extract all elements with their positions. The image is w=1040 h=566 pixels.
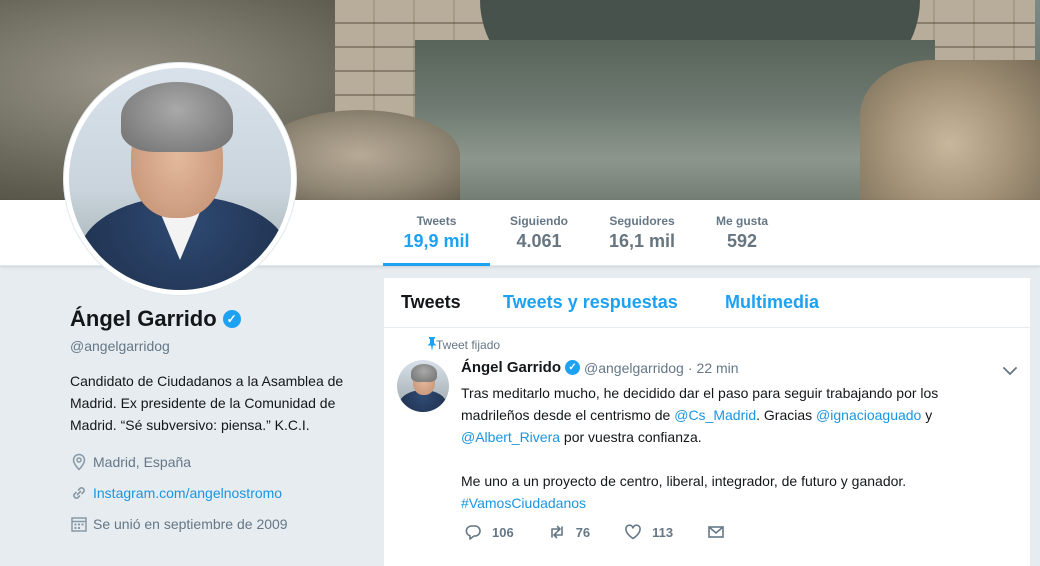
profile-name-row: Ángel Garrido ✓ bbox=[70, 306, 370, 332]
calendar-icon bbox=[71, 516, 87, 532]
chevron-down-icon[interactable] bbox=[1002, 364, 1018, 378]
verified-badge-icon: ✓ bbox=[565, 360, 581, 375]
heart-icon bbox=[625, 524, 641, 540]
like-button[interactable]: 113 bbox=[624, 523, 673, 541]
tweet-timestamp[interactable]: 22 min bbox=[697, 360, 739, 376]
envelope-icon bbox=[708, 526, 724, 538]
profile-name[interactable]: Ángel Garrido bbox=[70, 306, 217, 332]
reply-icon bbox=[465, 525, 481, 540]
profile-handle[interactable]: @angelgarridog bbox=[70, 338, 370, 354]
stat-likes-label: Me gusta bbox=[715, 214, 768, 228]
stat-followers-value: 16,1 mil bbox=[608, 231, 676, 251]
tweet-avatar[interactable] bbox=[397, 360, 449, 412]
tweet-paragraph-2: Me uno a un proyecto de centro, liberal,… bbox=[461, 470, 1009, 514]
link-icon bbox=[73, 486, 85, 499]
tweet-author-handle[interactable]: @angelgarridog bbox=[584, 360, 684, 376]
profile-joined: Se unió en septiembre de 2009 bbox=[70, 508, 370, 539]
direct-message-button[interactable] bbox=[707, 523, 735, 541]
verified-badge-icon: ✓ bbox=[222, 310, 241, 328]
map-pin-icon bbox=[72, 453, 86, 471]
tweet-text-part: y bbox=[921, 407, 933, 423]
pin-icon bbox=[427, 337, 437, 351]
profile-avatar[interactable] bbox=[64, 63, 296, 295]
tweet-text: Tras meditarlo mucho, he decidido dar el… bbox=[461, 382, 1009, 514]
tweet-actions: 106 76 113 bbox=[464, 523, 769, 541]
mention-albert-rivera[interactable]: @Albert_Rivera bbox=[461, 429, 560, 445]
stat-tweets-value: 19,9 mil bbox=[403, 231, 470, 251]
stat-followers-label: Seguidores bbox=[609, 214, 675, 228]
tab-tweets[interactable]: Tweets bbox=[401, 292, 461, 313]
stat-likes[interactable]: Me gusta 592 bbox=[700, 214, 784, 266]
tweet-paragraph-1: Tras meditarlo mucho, he decidido dar el… bbox=[461, 382, 1009, 448]
tab-media[interactable]: Multimedia bbox=[725, 292, 819, 313]
tweet-author-name[interactable]: Ángel Garrido bbox=[461, 359, 561, 376]
profile-location: Madrid, España bbox=[70, 446, 370, 477]
profile-joined-text: Se unió en septiembre de 2009 bbox=[93, 515, 288, 532]
tweet-separator: · bbox=[687, 359, 693, 376]
stat-following[interactable]: Siguiendo 4.061 bbox=[494, 214, 584, 266]
stat-followers[interactable]: Seguidores 16,1 mil bbox=[594, 214, 690, 266]
tweet-header: Ángel Garrido ✓ @angelgarridog · 22 min bbox=[461, 359, 739, 376]
tweet-text-part: por vuestra confianza. bbox=[560, 429, 702, 445]
like-count: 113 bbox=[652, 524, 674, 540]
retweet-count: 76 bbox=[575, 524, 591, 540]
stat-tweets[interactable]: Tweets 19,9 mil bbox=[383, 214, 490, 266]
avatar-photo bbox=[69, 68, 291, 290]
profile-card: Ángel Garrido ✓ @angelgarridog Candidato… bbox=[70, 306, 370, 539]
tweet-text-part: . Gracias bbox=[756, 407, 817, 423]
retweet-button[interactable]: 76 bbox=[548, 523, 590, 541]
pinned-label-row: Tweet fijado bbox=[427, 337, 501, 352]
profile-location-text: Madrid, España bbox=[93, 453, 192, 470]
timeline: Tweets Tweets y respuestas Multimedia Tw… bbox=[384, 278, 1030, 566]
profile-website: Instagram.com/angelnostromo bbox=[70, 477, 370, 508]
hashtag-link[interactable]: #VamosCiudadanos bbox=[461, 495, 586, 511]
profile-bio: Candidato de Ciudadanos a la Asamblea de… bbox=[70, 373, 344, 433]
stat-tweets-label: Tweets bbox=[416, 214, 457, 228]
timeline-tabs: Tweets Tweets y respuestas Multimedia bbox=[384, 278, 1030, 328]
profile-website-link[interactable]: Instagram.com/angelnostromo bbox=[93, 485, 282, 501]
pinned-label: Tweet fijado bbox=[436, 338, 501, 352]
retweet-icon bbox=[550, 525, 563, 539]
stat-following-value: 4.061 bbox=[516, 231, 562, 251]
stat-likes-value: 592 bbox=[726, 231, 758, 251]
tab-tweets-and-replies[interactable]: Tweets y respuestas bbox=[503, 292, 678, 313]
mention-ignacioaguado[interactable]: @ignacioaguado bbox=[816, 407, 921, 423]
reply-count: 106 bbox=[492, 524, 514, 540]
pinned-tweet[interactable]: Tweet fijado Ángel Garrido ✓ @angelgarri… bbox=[384, 328, 1030, 558]
profile-meta: Madrid, España Instagram.com/angelnostro… bbox=[70, 446, 370, 539]
tweet-text-part: Me uno a un proyecto de centro, liberal,… bbox=[461, 473, 907, 489]
reply-button[interactable]: 106 bbox=[464, 523, 514, 541]
mention-cs-madrid[interactable]: @Cs_Madrid bbox=[674, 407, 756, 423]
stat-following-label: Siguiendo bbox=[510, 214, 568, 228]
